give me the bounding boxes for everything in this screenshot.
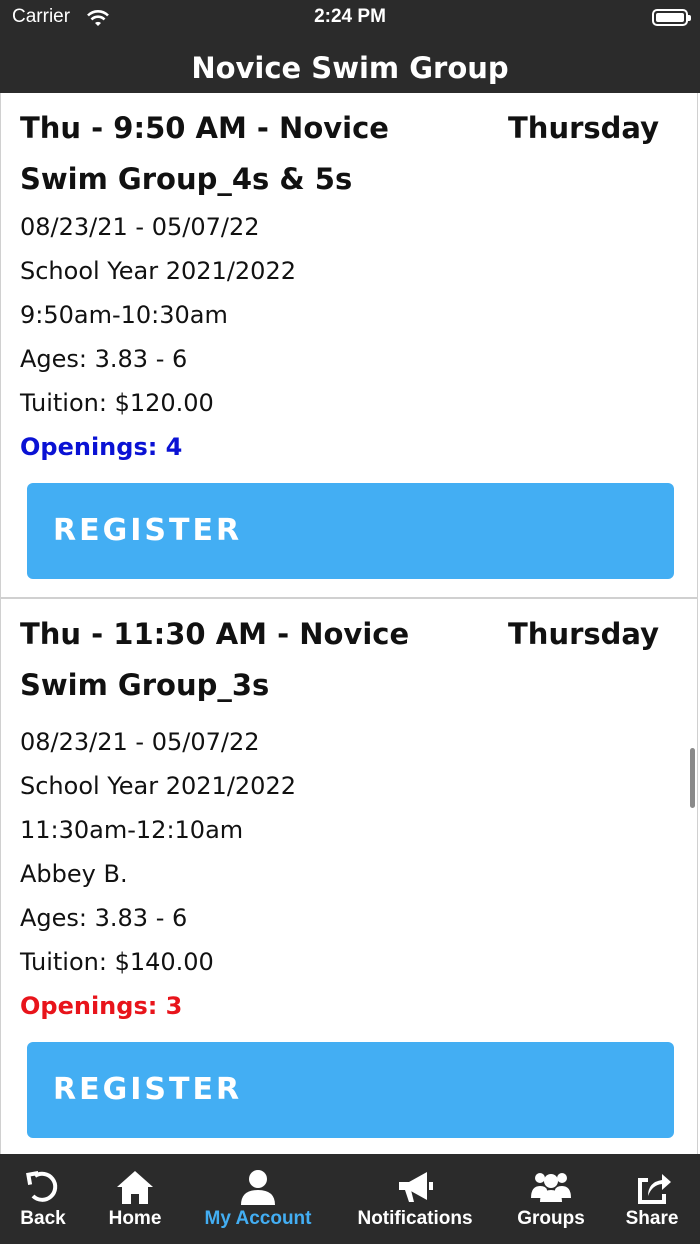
tab-label: Back — [20, 1208, 66, 1229]
tab-bar: Back Home My Account Notifications Group… — [0, 1154, 700, 1244]
date-range: 08/23/21 - 05/07/22 — [20, 213, 260, 241]
ages: Ages: 3.83 - 6 — [20, 904, 188, 932]
group-icon — [531, 1173, 571, 1202]
tab-notifications[interactable]: Notifications — [350, 1154, 480, 1244]
school-year: School Year 2021/2022 — [20, 257, 296, 285]
school-year: School Year 2021/2022 — [20, 772, 296, 800]
tab-label: Groups — [517, 1208, 585, 1229]
page-title: Novice Swim Group — [0, 40, 700, 93]
class-card: Thu - 9:50 AM - Novice Swim Group_4s & 5… — [0, 93, 698, 598]
tab-share[interactable]: Share — [608, 1154, 696, 1244]
class-day: Thursday — [508, 111, 659, 145]
tab-label: Notifications — [357, 1208, 473, 1229]
tab-groups[interactable]: Groups — [506, 1154, 596, 1244]
class-details: 08/23/21 - 05/07/22 School Year 2021/202… — [20, 720, 296, 1028]
class-list[interactable]: Thu - 9:50 AM - Novice Swim Group_4s & 5… — [0, 93, 700, 1154]
user-icon — [241, 1170, 275, 1205]
instructor: Abbey B. — [20, 860, 128, 888]
register-button[interactable]: REGISTER — [27, 1042, 674, 1138]
tab-my-account[interactable]: My Account — [196, 1154, 320, 1244]
ages: Ages: 3.83 - 6 — [20, 345, 188, 373]
battery-icon — [652, 9, 691, 26]
time-range: 11:30am-12:10am — [20, 816, 244, 844]
time-range: 9:50am-10:30am — [20, 301, 228, 329]
openings: Openings: 3 — [20, 992, 183, 1020]
scrollbar[interactable] — [690, 748, 695, 808]
tab-home[interactable]: Home — [90, 1154, 180, 1244]
home-icon — [117, 1171, 153, 1204]
class-title: Thu - 11:30 AM - Novice Swim Group_3s — [20, 617, 410, 702]
tab-label: Share — [625, 1208, 679, 1229]
openings: Openings: 4 — [20, 433, 183, 461]
share-icon — [638, 1174, 671, 1204]
clock: 2:24 PM — [314, 6, 386, 27]
status-bar: Carrier 2:24 PM — [0, 0, 700, 40]
tab-back[interactable]: Back — [0, 1154, 86, 1244]
tuition: Tuition: $140.00 — [20, 948, 214, 976]
class-card: Thu - 11:30 AM - Novice Swim Group_3s Th… — [0, 598, 698, 1154]
register-button[interactable]: REGISTER — [27, 483, 674, 579]
tab-label: My Account — [204, 1208, 312, 1229]
tab-label: Home — [108, 1208, 162, 1229]
back-arrow-icon — [26, 1171, 58, 1202]
date-range: 08/23/21 - 05/07/22 — [20, 728, 260, 756]
class-title: Thu - 9:50 AM - Novice Swim Group_4s & 5… — [20, 111, 389, 196]
tuition: Tuition: $120.00 — [20, 389, 214, 417]
megaphone-icon — [399, 1172, 433, 1202]
class-day: Thursday — [508, 617, 659, 651]
class-details: 08/23/21 - 05/07/22 School Year 2021/202… — [20, 205, 296, 469]
